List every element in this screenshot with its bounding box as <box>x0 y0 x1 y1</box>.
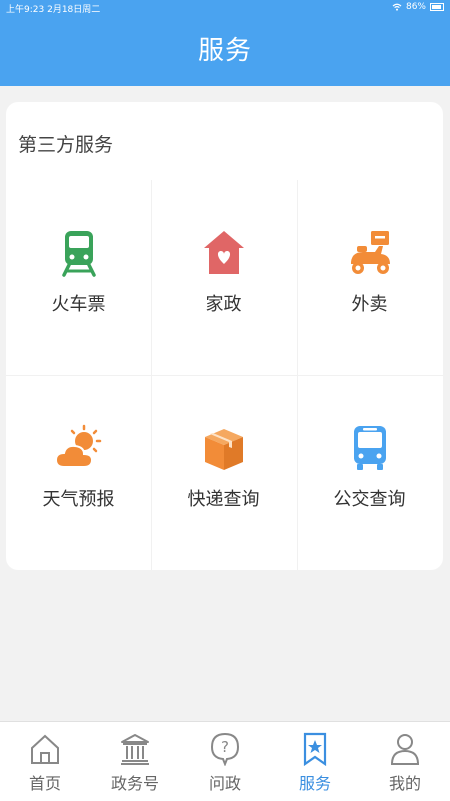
weather-sun-cloud-icon <box>54 424 101 468</box>
tab-label: 问政 <box>208 774 241 793</box>
status-date: 2月18日周二 <box>47 5 101 15</box>
battery-percent: 86% <box>405 2 426 12</box>
question-bubble-icon: ? <box>210 732 240 766</box>
service-label: 公交查询 <box>333 489 406 510</box>
train-icon <box>61 231 96 277</box>
home-icon <box>31 734 59 764</box>
bus-icon <box>353 426 386 470</box>
tab-label: 服务 <box>298 774 331 793</box>
tab-label: 我的 <box>388 774 421 793</box>
bookmark-star-icon <box>303 732 327 766</box>
delivery-scooter-icon <box>350 231 390 274</box>
status-left: 上午9:23 2月18日周二 <box>6 2 100 15</box>
tab-label: 首页 <box>28 774 61 793</box>
status-bar: 上午9:23 2月18日周二 86% <box>0 0 450 16</box>
bottom-tab-bar: 首页 政务号 ? 问政 服务 我的 <box>0 721 450 801</box>
service-express-query[interactable]: 快递查询 <box>151 375 296 570</box>
government-building-icon <box>121 734 149 765</box>
home-heart-icon <box>203 231 244 274</box>
parcel-box-icon <box>204 429 243 470</box>
user-icon <box>390 734 420 765</box>
header-bar: 服务 <box>0 16 450 86</box>
service-train-tickets[interactable]: 火车票 <box>6 180 151 375</box>
tab-profile[interactable]: 我的 <box>360 722 450 801</box>
service-bus-query[interactable]: 公交查询 <box>297 375 442 570</box>
service-grid: 火车票 家政 外卖 天气预报 快递查询 公交查询 <box>6 180 443 570</box>
third-party-services-card: 第三方服务 火车票 家政 外卖 天气预报 快递查询 公交查询 <box>6 102 443 570</box>
service-label: 外卖 <box>351 294 388 315</box>
tab-label: 政务号 <box>110 774 159 793</box>
tab-services[interactable]: 服务 <box>270 722 360 801</box>
svg-text:?: ? <box>221 738 229 756</box>
page-title: 服务 <box>197 36 252 66</box>
service-housekeeping[interactable]: 家政 <box>151 180 296 375</box>
service-label: 家政 <box>205 294 242 315</box>
battery-icon <box>430 3 444 11</box>
status-right: 86% <box>392 2 444 12</box>
section-title: 第三方服务 <box>18 134 114 156</box>
service-label: 火车票 <box>51 294 106 315</box>
wifi-icon <box>392 3 402 11</box>
service-label: 快递查询 <box>187 489 260 510</box>
service-takeout[interactable]: 外卖 <box>297 180 442 375</box>
status-time: 上午9:23 <box>6 5 45 15</box>
tab-home[interactable]: 首页 <box>0 722 90 801</box>
tab-government-accounts[interactable]: 政务号 <box>90 722 180 801</box>
service-weather[interactable]: 天气预报 <box>6 375 151 570</box>
tab-inquiry[interactable]: ? 问政 <box>180 722 270 801</box>
service-label: 天气预报 <box>42 489 115 510</box>
